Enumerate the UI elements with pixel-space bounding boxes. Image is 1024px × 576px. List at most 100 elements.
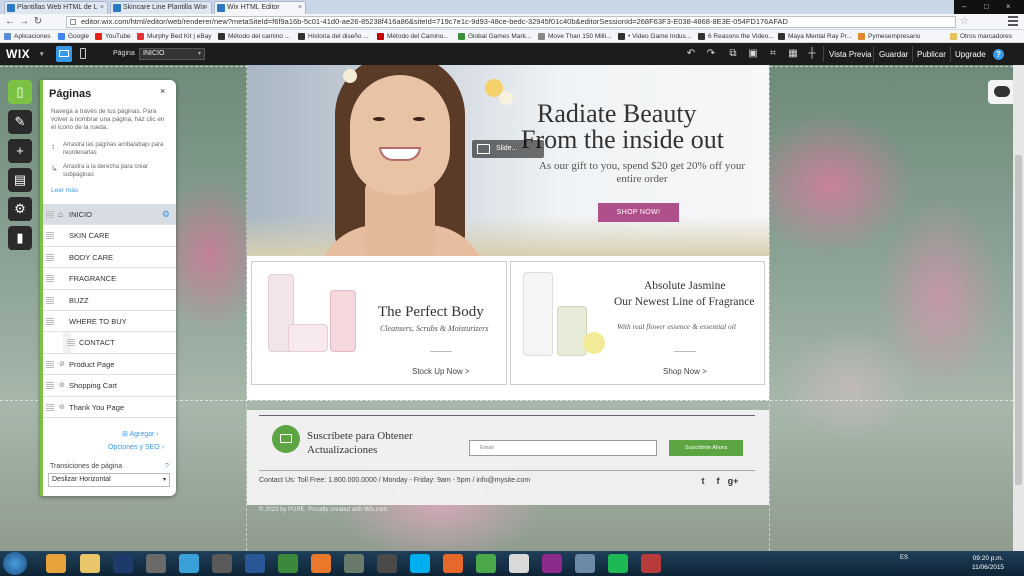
media-taskbar-icon[interactable] (146, 554, 166, 573)
drag-handle-icon[interactable] (46, 275, 54, 283)
undo-icon[interactable]: ↶ (685, 48, 697, 60)
subscribe-button[interactable]: Suscribirte Ahora (669, 440, 743, 456)
page-select[interactable]: INICIO ▾ (139, 48, 205, 60)
redo-icon[interactable]: ↷ (705, 48, 717, 60)
stock-up-link[interactable]: Stock Up Now > (412, 367, 470, 376)
torrent-taskbar-icon[interactable] (476, 554, 496, 573)
drag-handle-icon[interactable] (46, 360, 54, 368)
mobile-view-button[interactable] (80, 48, 86, 59)
canvas-scrollbar[interactable] (1013, 65, 1024, 551)
maximize-icon[interactable]: □ (984, 2, 989, 11)
grid-icon[interactable]: ▦ (787, 48, 799, 60)
twitter-icon[interactable]: t (697, 476, 709, 486)
help-button[interactable]: ? (993, 49, 1004, 60)
bookmark-item[interactable]: Move Than 150 Milli... (538, 32, 611, 41)
photoshop-taskbar-icon[interactable] (113, 554, 133, 573)
app-taskbar-icon[interactable] (641, 554, 661, 573)
chevron-down-icon[interactable]: ▾ (40, 50, 44, 58)
product-card-fragrance[interactable]: Absolute Jasmine Our Newest Line of Frag… (510, 261, 765, 385)
reload-icon[interactable]: ↻ (32, 16, 44, 28)
app-taskbar-icon[interactable] (575, 554, 595, 573)
bookmark-star-icon[interactable]: ☆ (960, 16, 969, 27)
vlc-taskbar-icon[interactable] (311, 554, 331, 573)
drag-handle-icon[interactable] (46, 232, 54, 240)
bookmark-item[interactable]: Murphy Bed Kit | eBay (137, 32, 212, 41)
back-icon[interactable]: ← (4, 16, 16, 28)
drag-handle-icon[interactable] (46, 211, 54, 218)
app-taskbar-icon[interactable] (344, 554, 364, 573)
browser-tab[interactable]: Plantillas Web HTML de L × (4, 1, 108, 14)
align-icon[interactable]: ┼ (806, 48, 818, 60)
bookmark-item[interactable]: Maya Mental Ray Pr... (778, 32, 852, 41)
copy-icon[interactable]: ⧉ (727, 48, 739, 60)
browser-menu-icon[interactable] (1008, 16, 1018, 26)
page-item-thank-you-page[interactable]: ⊘ Thank You Page (43, 397, 176, 418)
email-field[interactable]: Email (469, 440, 657, 456)
page-item-body-care[interactable]: BODY CARE (43, 247, 176, 269)
close-tab-icon[interactable]: × (298, 2, 302, 14)
gear-icon[interactable]: ⚙ (162, 204, 170, 225)
shop-now-button[interactable]: SHOP NOW! (598, 203, 679, 222)
publish-button[interactable]: Publicar (917, 50, 946, 59)
close-icon[interactable]: × (160, 86, 165, 96)
app-taskbar-icon[interactable] (377, 554, 397, 573)
app-taskbar-icon[interactable] (542, 554, 562, 573)
browser-tab[interactable]: Skincare Line Plantilla Wix × (110, 1, 212, 14)
drag-handle-icon[interactable] (46, 253, 54, 261)
close-window-icon[interactable]: × (1006, 2, 1011, 11)
scrollbar-thumb[interactable] (1015, 155, 1022, 485)
skype-taskbar-icon[interactable] (410, 554, 430, 573)
google-plus-icon[interactable]: g+ (727, 476, 739, 486)
hero-slideshow[interactable]: Radiate Beauty From the inside out As ou… (247, 65, 769, 256)
drag-handle-icon[interactable] (46, 382, 54, 390)
save-button[interactable]: Guardar (879, 50, 908, 59)
taskbar-clock[interactable]: 09:20 p.m. 11/06/2015 (972, 554, 1004, 572)
chrome-taskbar-icon[interactable] (509, 554, 529, 573)
forward-icon[interactable]: → (18, 16, 30, 28)
url-field[interactable]: editor.wix.com/html/editor/web/renderer/… (66, 16, 956, 28)
start-button[interactable] (3, 552, 27, 575)
system-tray[interactable]: ES (900, 555, 908, 561)
bookmark-item[interactable]: Método del camino ... (218, 32, 290, 41)
firefox-taskbar-icon[interactable] (443, 554, 463, 573)
media-tool-button[interactable]: ▮ (8, 226, 32, 250)
transitions-select[interactable]: Deslizar Horizontal ▾ (48, 473, 170, 487)
language-indicator[interactable]: ES (900, 555, 908, 561)
word-taskbar-icon[interactable] (245, 554, 265, 573)
page-item-product-page[interactable]: ⊘ Product Page (43, 354, 176, 376)
apps-tool-button[interactable]: ▤ (8, 168, 32, 192)
drag-handle-icon[interactable] (67, 339, 75, 347)
bookmark-item[interactable]: Método del Camino... (377, 32, 449, 41)
help-icon[interactable]: ? (165, 463, 169, 470)
add-tool-button[interactable]: + (8, 139, 32, 163)
bookmark-folder[interactable]: Otros marcadores (950, 32, 1012, 41)
page-item-shopping-cart[interactable]: ⊘ Shopping Cart (43, 375, 176, 397)
explorer-taskbar-icon[interactable] (80, 554, 100, 573)
paste-icon[interactable]: ▣ (747, 48, 759, 60)
preview-button[interactable]: Vista Previa (829, 50, 872, 59)
bookmark-item[interactable]: Pymesempresario (858, 32, 920, 41)
settings-tool-button[interactable]: ⚙ (8, 197, 32, 221)
drag-handle-icon[interactable] (46, 403, 54, 411)
drag-handle-icon[interactable] (46, 296, 54, 304)
page-item-contact[interactable]: CONTACT (43, 332, 176, 354)
browser-tab-active[interactable]: Wix HTML Editor × (214, 1, 306, 14)
drag-handle-icon[interactable] (46, 317, 54, 325)
site-footer[interactable]: Suscríbete para Obtener Actualizaciones … (247, 410, 769, 505)
chat-support-button[interactable] (988, 80, 1016, 104)
bookmark-item[interactable]: Aplicaciones (4, 32, 51, 41)
slideshow-settings-button[interactable]: Slide... (472, 140, 544, 158)
desktop-view-button[interactable] (56, 46, 72, 62)
bookmark-item[interactable]: 6 Reasons the Video... (698, 32, 774, 41)
upgrade-button[interactable]: Upgrade (955, 50, 986, 59)
design-tool-button[interactable]: ✎ (8, 110, 32, 134)
excel-taskbar-icon[interactable] (278, 554, 298, 573)
outlook-taskbar-icon[interactable] (46, 554, 66, 573)
add-page-button[interactable]: ⊞ Agregar › (122, 430, 159, 438)
bookmark-item[interactable]: • Video Game Indus... (618, 32, 691, 41)
app-taskbar-icon[interactable] (212, 554, 232, 573)
read-more-link[interactable]: Leer más (51, 187, 78, 194)
crop-icon[interactable]: ⌗ (767, 48, 779, 60)
bookmark-item[interactable]: Historia del diseño ... (298, 32, 369, 41)
page-item-where-to-buy[interactable]: WHERE TO BUY (43, 311, 176, 333)
